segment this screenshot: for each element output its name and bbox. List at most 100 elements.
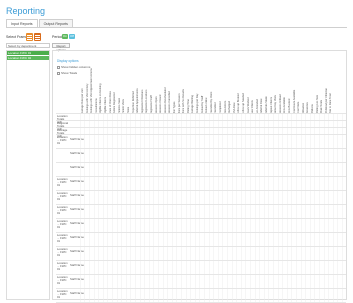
location-list: Location FWC 01 Location FWC 02 [6,50,50,300]
department-select[interactable]: Select by department [6,43,50,48]
column-header[interactable]: Follow up Needed [242,93,245,114]
column-header[interactable]: Sessions Cancelled [168,91,171,114]
row-cells [80,205,346,218]
column-header[interactable]: Waiting Time [187,99,190,114]
row-label: Location ... FWC 01 [57,135,68,145]
column-header[interactable]: Visits with No Results [182,89,185,114]
column-header[interactable]: Total Hours Available [293,90,296,114]
table-row: Location ... FWC 01Staff Name [56,190,346,204]
column-headers: Average Rate per visit Bookings with Visi… [67,59,347,114]
column-header[interactable]: Data Errors [224,101,227,114]
row-cells [80,247,346,260]
row-label: Location ... FWC 01 [57,219,68,229]
column-header[interactable]: New Clients [251,100,254,114]
tab-output-reports[interactable]: Output Reports [38,19,73,27]
row-label: Location ... FWC 01 [57,275,68,285]
row-cells [80,289,346,302]
row-label: Location ... FWC 01 [57,289,68,299]
column-header[interactable]: Bookings with Visit Appointment Actions [90,68,93,114]
row-cells [80,275,346,288]
table-row: Location ... FWC 01Staff Name [56,274,346,288]
table-row: Location ... FWC 01Staff Name [56,218,346,232]
column-header[interactable]: Sessions Utilised [279,94,282,114]
period-off-button[interactable]: Off [69,34,75,39]
column-header[interactable]: Referral Appointments [136,88,139,114]
table-row: Location ... FWC 01Staff Name [56,260,346,274]
column-header[interactable]: Referrals Made [265,96,268,114]
table-row: Regional Totals (All) [56,120,346,131]
row-cells [80,261,346,274]
page-title: Reporting [6,6,46,16]
row-label: Location ... FWC 01 [57,205,68,215]
report-options-button[interactable]: Report options [52,43,70,52]
column-header[interactable]: Bookings with Visit Activity [86,84,89,114]
column-header[interactable]: Eligible Clients [104,97,107,114]
row-cells [80,191,346,204]
table-row: Location ... FWC 01Staff Name [56,176,346,190]
column-header[interactable]: Outlets Registered [113,93,116,114]
row-cells [80,233,346,246]
column-header[interactable]: Registered Locations [145,90,148,114]
column-header[interactable]: Follow up Booked [237,93,240,114]
report-grid: Location Totals (All) Regional Totals (Al… [56,113,346,303]
column-header[interactable]: Registered Clinicians [141,90,144,114]
table-row: Location ... FWC 01Staff Name [56,232,346,246]
column-header[interactable]: Booked online [205,98,208,114]
column-header[interactable]: Week Totals [320,100,323,114]
column-header[interactable]: Average Waiting [191,95,194,114]
row-cells [80,149,346,162]
column-header[interactable]: Average Rate per visit [81,89,84,114]
period-label: Period [52,35,63,39]
column-header[interactable]: Slots Booked [288,99,291,114]
table-row: Location ... FWC 01Staff Name [56,134,346,148]
row-cells [80,219,346,232]
report-table-panel: Display options Show hidden columns Show… [52,50,347,303]
column-header[interactable]: Year to Date Total [329,94,332,114]
column-header[interactable]: Same Day Visits [274,95,277,114]
column-header[interactable]: Not Attended [256,99,259,114]
column-header[interactable]: Slots Available [283,97,286,114]
column-header[interactable]: Referral Rate [260,99,263,114]
column-header[interactable]: Consultations [95,98,98,114]
column-header[interactable]: Cancelled by Client [210,92,213,114]
column-header[interactable]: Waiting List Size [316,95,319,114]
period-on-button[interactable]: On [62,34,68,39]
column-header[interactable]: Lines of Client Data [109,91,112,114]
location-item[interactable]: Location FWC 02 [7,55,49,60]
row-label: Location ... FWC 01 [57,261,68,271]
report-tabs: Input Reports Output Reports [6,19,74,27]
location-item[interactable]: Location FWC 01 [7,51,49,55]
pdf-file-icon[interactable] [34,33,41,41]
table-row: Location ... FWC 01Staff Name [56,246,346,260]
tabs-divider [6,27,347,28]
column-header[interactable]: Patient Visits [122,99,125,114]
column-header[interactable]: Eligible Clients on booking [99,84,102,114]
row-label: Location ... FWC 01 [57,177,68,187]
checkbox[interactable] [57,71,60,75]
table-row: Location ... FWC 01Staff Name [56,288,346,302]
column-header[interactable]: Booked by Staff [201,96,204,114]
row-label: Location ... FWC 01 [57,233,68,243]
column-header[interactable]: Sessions Rescheduled [164,88,167,114]
column-header[interactable]: Workload per Clinician [325,88,328,114]
table-row: Staff Name [56,162,346,176]
column-header[interactable]: Sessions Open [155,96,158,114]
row-label: Location ... FWC 01 [57,191,68,201]
column-header[interactable]: Hours Worked [247,97,250,114]
checkbox[interactable] [57,65,60,69]
column-header[interactable]: Registered Staff [150,95,153,114]
column-header[interactable]: Repeat Clients [270,97,273,114]
table-row: Location ... FWC 01Staff Name [56,204,346,218]
table-row: Average Totals (All) [56,127,346,138]
tab-input-reports[interactable]: Input Reports [6,19,38,27]
column-header[interactable]: Bookings per Day [196,94,199,114]
column-header[interactable]: Proportion Referred [132,91,135,114]
column-header[interactable]: Patients Seen [118,98,121,114]
row-cells [80,163,346,176]
column-header[interactable]: Visits per Session [178,93,181,114]
column-header[interactable]: Sessions Closed [159,95,162,114]
row-cells [80,135,346,148]
excel-file-icon[interactable] [26,33,33,41]
table-row: Location Totals (All) [56,113,346,124]
table-row: Staff Name [56,148,346,162]
